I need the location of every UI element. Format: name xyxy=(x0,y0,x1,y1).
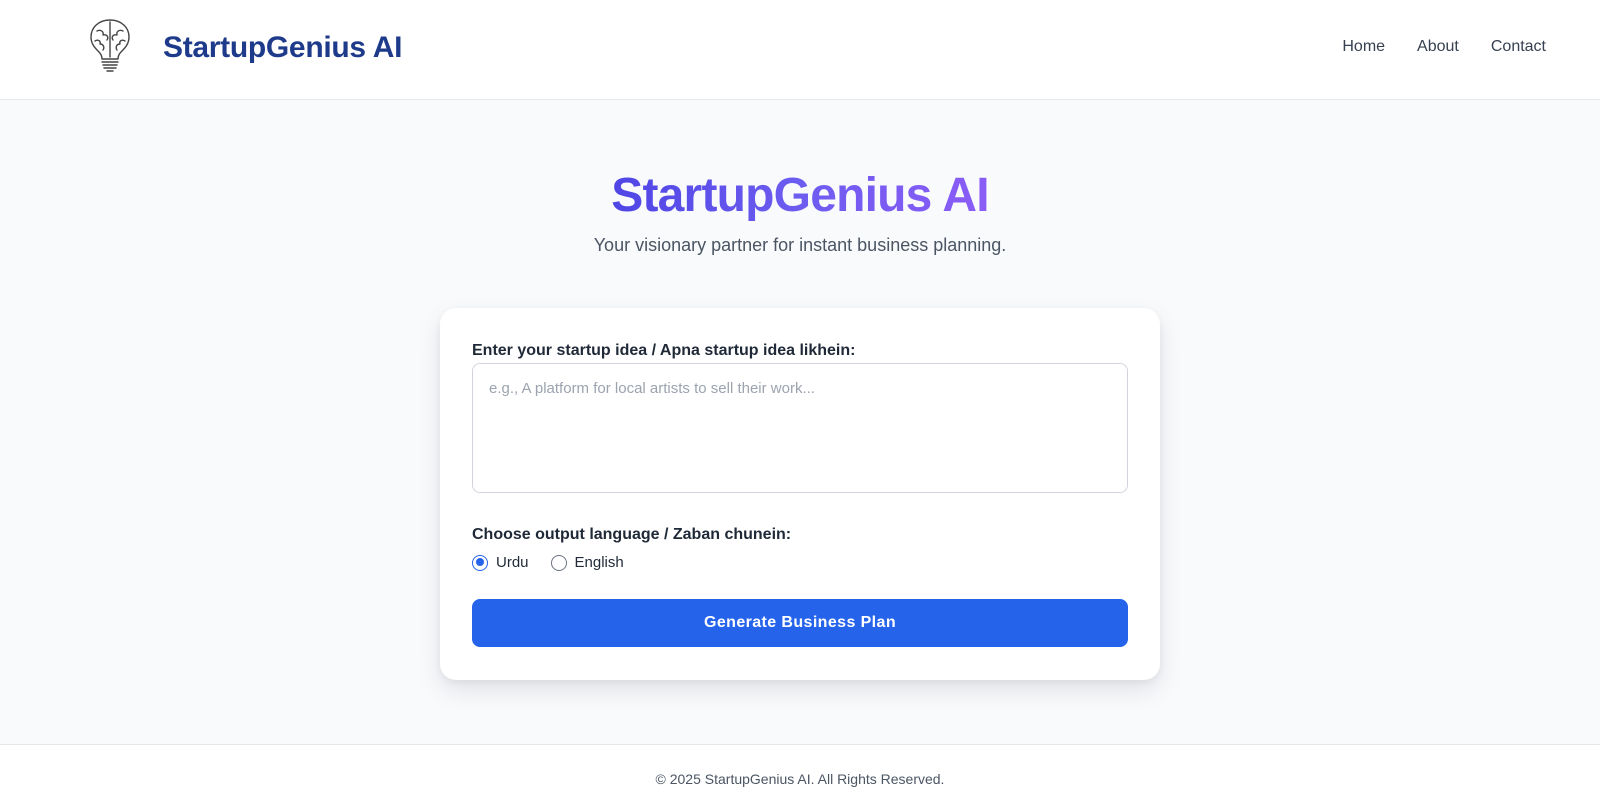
site-footer: © 2025 StartupGenius AI. All Rights Rese… xyxy=(0,744,1600,812)
nav-home-link[interactable]: Home xyxy=(1342,38,1385,56)
language-label: Choose output language / Zaban chunein: xyxy=(472,526,792,543)
radio-english-label: English xyxy=(574,554,624,571)
copyright-text: © 2025 StartupGenius AI. All Rights Rese… xyxy=(655,771,945,787)
idea-textarea[interactable] xyxy=(472,363,1128,493)
generate-plan-button[interactable]: Generate Business Plan xyxy=(472,599,1128,647)
brain-lightbulb-icon[interactable] xyxy=(88,17,132,73)
radio-urdu-label: Urdu xyxy=(496,554,529,571)
nav-contact-link[interactable]: Contact xyxy=(1491,38,1546,56)
main-nav: Home About Contact xyxy=(1342,38,1546,56)
radio-english[interactable] xyxy=(550,554,567,571)
hero-subtitle: Your visionary partner for instant busin… xyxy=(593,235,1007,255)
idea-form-card: Enter your startup idea / Apna startup i… xyxy=(440,308,1160,680)
brand-name[interactable]: StartupGenius AI xyxy=(163,31,402,65)
site-header: StartupGenius AI Home About Contact xyxy=(0,0,1600,100)
nav-about-link[interactable]: About xyxy=(1417,38,1459,56)
language-option-english[interactable]: English xyxy=(550,554,624,571)
idea-label: Enter your startup idea / Apna startup i… xyxy=(472,342,856,359)
language-option-urdu[interactable]: Urdu xyxy=(472,554,529,571)
radio-urdu[interactable] xyxy=(472,554,488,571)
hero-title: StartupGenius AI xyxy=(611,169,989,222)
language-radio-group: Urdu English xyxy=(472,554,624,571)
